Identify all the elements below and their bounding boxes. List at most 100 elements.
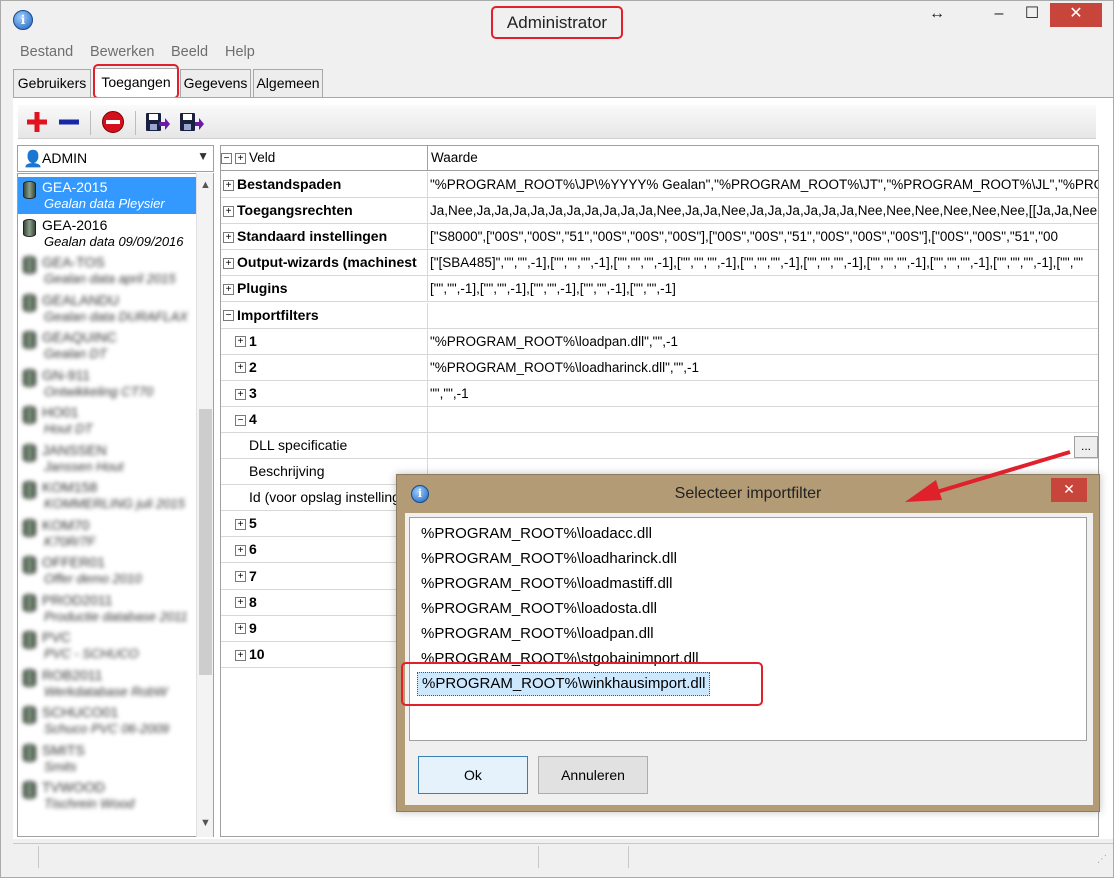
grid-row-value[interactable]: [429, 407, 1098, 433]
database-list-item[interactable]: KOM158 KOMMERLING juli 2015: [18, 477, 198, 514]
grid-row[interactable]: + Standaard instellingen ["S8000",["00S","…: [221, 224, 1098, 251]
expand-icon[interactable]: +: [235, 649, 246, 661]
database-list-item[interactable]: KOM70 K70R/7F: [18, 515, 198, 552]
collapse-icon[interactable]: −: [235, 414, 246, 426]
resize-grip-icon[interactable]: ⋰: [1097, 854, 1107, 865]
grid-row-value[interactable]: Ja,Nee,Ja,Ja,Ja,Ja,Ja,Ja,Ja,Ja,Ja,Ja,Nee…: [429, 198, 1098, 224]
database-list-item[interactable]: TVWOOD Tischrein Wood: [18, 777, 198, 814]
database-list-item[interactable]: GEAQUINC Gealan DT: [18, 327, 198, 364]
database-name: SCHUCO01: [42, 704, 119, 720]
expand-icon[interactable]: +: [223, 179, 234, 191]
expand-icon[interactable]: +: [235, 519, 246, 531]
database-list-item[interactable]: SCHUCO01 Schuco PVC 06-2009: [18, 702, 198, 739]
importfilter-list-item[interactable]: %PROGRAM_ROOT%\loadmastiff.dll: [417, 572, 676, 596]
grid-row[interactable]: −4: [221, 406, 1098, 433]
database-list-item[interactable]: ROB2011 Werkdatabase RobW: [18, 665, 198, 702]
importfilter-list-item[interactable]: %PROGRAM_ROOT%\loadharinck.dll: [417, 547, 681, 571]
expand-icon[interactable]: +: [223, 231, 234, 243]
database-list-item[interactable]: GEA-2016 Gealan data 09/09/2016: [18, 215, 198, 252]
minimize-button[interactable]: –: [986, 3, 1012, 27]
grid-header-veld-label: Veld: [249, 150, 276, 165]
grid-row-value[interactable]: ["","",-1],["","",-1],["","",-1],["","",…: [429, 276, 1098, 302]
grid-row-value[interactable]: "%PROGRAM_ROOT%\JP\%YYYY% Gealan","%PROG…: [429, 172, 1098, 198]
menu-beeld[interactable]: Beeld: [171, 44, 208, 60]
expand-all-icon[interactable]: +: [235, 152, 246, 164]
expand-icon[interactable]: +: [235, 362, 246, 374]
grid-row-value[interactable]: ["[SBA485]","","",-1],["","","",-1],["",…: [429, 250, 1098, 276]
collapse-icon[interactable]: −: [223, 310, 234, 322]
grid-row-label: Bestandspaden: [237, 176, 342, 192]
database-list[interactable]: GEA-2015 Gealan data Pleysier GEA-2016 Geal…: [17, 173, 214, 837]
cancel-button[interactable]: Annuleren: [538, 756, 648, 794]
database-list-item[interactable]: PROD2011 Productie database 2011: [18, 590, 198, 627]
grid-row-value[interactable]: "","",-1: [429, 381, 1098, 407]
scroll-down-icon[interactable]: ▼: [197, 815, 214, 832]
export-icon[interactable]: [144, 110, 170, 136]
grid-row-label-cell: +1: [221, 328, 428, 355]
maximize-button[interactable]: ☐: [1019, 3, 1045, 27]
grid-row-value[interactable]: "%PROGRAM_ROOT%\loadpan.dll","",-1: [429, 329, 1098, 355]
grid-header-waarde[interactable]: Waarde: [429, 146, 1098, 171]
grid-row[interactable]: +3 "","",-1: [221, 380, 1098, 407]
grid-row[interactable]: + Bestandspaden "%PROGRAM_ROOT%\JP\%YYYY% …: [221, 172, 1098, 198]
tab-gegevens[interactable]: Gegevens: [180, 69, 251, 97]
grid-row[interactable]: +2 "%PROGRAM_ROOT%\loadharinck.dll","",-1: [221, 354, 1098, 381]
importfilter-list-item[interactable]: %PROGRAM_ROOT%\stgobainimport.dll: [417, 647, 703, 671]
database-list-item[interactable]: SMITS Smits: [18, 740, 198, 777]
database-list-item[interactable]: GEA-2015 Gealan data Pleysier: [18, 177, 198, 214]
database-list-item[interactable]: PVC PVC - SCHUCO: [18, 627, 198, 664]
database-list-item[interactable]: JANSSEN Janssen Hout: [18, 440, 198, 477]
close-button[interactable]: ✕: [1050, 3, 1102, 27]
expand-icon[interactable]: +: [223, 258, 234, 270]
database-list-item[interactable]: GN-911 Ontwikkeling CT70: [18, 365, 198, 402]
collapse-all-icon[interactable]: −: [221, 152, 232, 164]
importfilter-list-item[interactable]: %PROGRAM_ROOT%\winkhausimport.dll: [417, 672, 711, 696]
menu-bewerken[interactable]: Bewerken: [90, 44, 154, 60]
database-list-item[interactable]: GEALANDU Gealan data DURAFLAX: [18, 290, 198, 327]
remove-icon[interactable]: [56, 110, 82, 136]
importfilter-list-item[interactable]: %PROGRAM_ROOT%\loadpan.dll: [417, 622, 658, 646]
grid-row[interactable]: − Importfilters: [221, 302, 1098, 329]
importfilter-list-item[interactable]: %PROGRAM_ROOT%\loadosta.dll: [417, 597, 661, 621]
scroll-up-icon[interactable]: ▲: [197, 177, 214, 194]
expand-icon[interactable]: +: [235, 623, 246, 635]
menu-bestand[interactable]: Bestand: [20, 44, 73, 60]
grid-row-value[interactable]: "%PROGRAM_ROOT%\loadharinck.dll","",-1: [429, 355, 1098, 381]
resize-icon[interactable]: ↔: [921, 3, 953, 27]
importfilter-list-item[interactable]: %PROGRAM_ROOT%\loadacc.dll: [417, 522, 656, 546]
grid-row[interactable]: + Plugins ["","",-1],["","",-1],["","",-1]…: [221, 276, 1098, 303]
import-icon[interactable]: [178, 110, 204, 136]
dialog-close-button[interactable]: ✕: [1051, 478, 1087, 502]
menu-help[interactable]: Help: [225, 44, 255, 60]
tab-gebruikers[interactable]: Gebruikers: [13, 69, 91, 97]
ok-button[interactable]: Ok: [418, 756, 528, 794]
grid-row-value[interactable]: [429, 433, 1098, 459]
database-list-item[interactable]: HO01 Hout DT: [18, 402, 198, 439]
expand-icon[interactable]: +: [235, 545, 246, 557]
database-list-scrollbar[interactable]: ▲ ▼: [196, 173, 213, 837]
grid-row[interactable]: + Toegangsrechten Ja,Nee,Ja,Ja,Ja,Ja,Ja,Ja…: [221, 198, 1098, 225]
database-list-item[interactable]: OFFER01 Offer demo 2010: [18, 552, 198, 589]
expand-icon[interactable]: +: [235, 597, 246, 609]
add-icon[interactable]: [24, 110, 50, 136]
grid-row[interactable]: + Output-wizards (machinest ["[SBA485]",""…: [221, 250, 1098, 277]
scroll-thumb[interactable]: [199, 409, 212, 675]
delete-icon[interactable]: [100, 110, 126, 136]
tab-algemeen[interactable]: Algemeen: [253, 69, 323, 97]
grid-row[interactable]: DLL specificatie: [221, 433, 1098, 459]
expand-icon[interactable]: +: [223, 205, 234, 217]
user-dropdown[interactable]: 👤 ADMIN ▼: [17, 145, 214, 172]
grid-row[interactable]: +1 "%PROGRAM_ROOT%\loadpan.dll","",-1: [221, 328, 1098, 355]
database-list-item[interactable]: GEA-TOS Gealan data april 2015: [18, 252, 198, 289]
tab-toegangen[interactable]: Toegangen: [94, 68, 178, 98]
expand-icon[interactable]: +: [235, 336, 246, 348]
expand-icon[interactable]: +: [235, 388, 246, 400]
grid-header-veld[interactable]: − + Veld: [221, 146, 428, 171]
expand-icon[interactable]: +: [223, 284, 234, 296]
expand-icon[interactable]: +: [235, 571, 246, 583]
grid-row-value[interactable]: ["S8000",["00S","00S","51","00S","00S","…: [429, 224, 1098, 250]
importfilter-list[interactable]: %PROGRAM_ROOT%\loadacc.dll %PROGRAM_ROOT%…: [409, 517, 1087, 741]
database-name: KOM70: [42, 516, 90, 533]
grid-row-value[interactable]: [429, 303, 1098, 329]
browse-button[interactable]: ...: [1074, 436, 1098, 458]
